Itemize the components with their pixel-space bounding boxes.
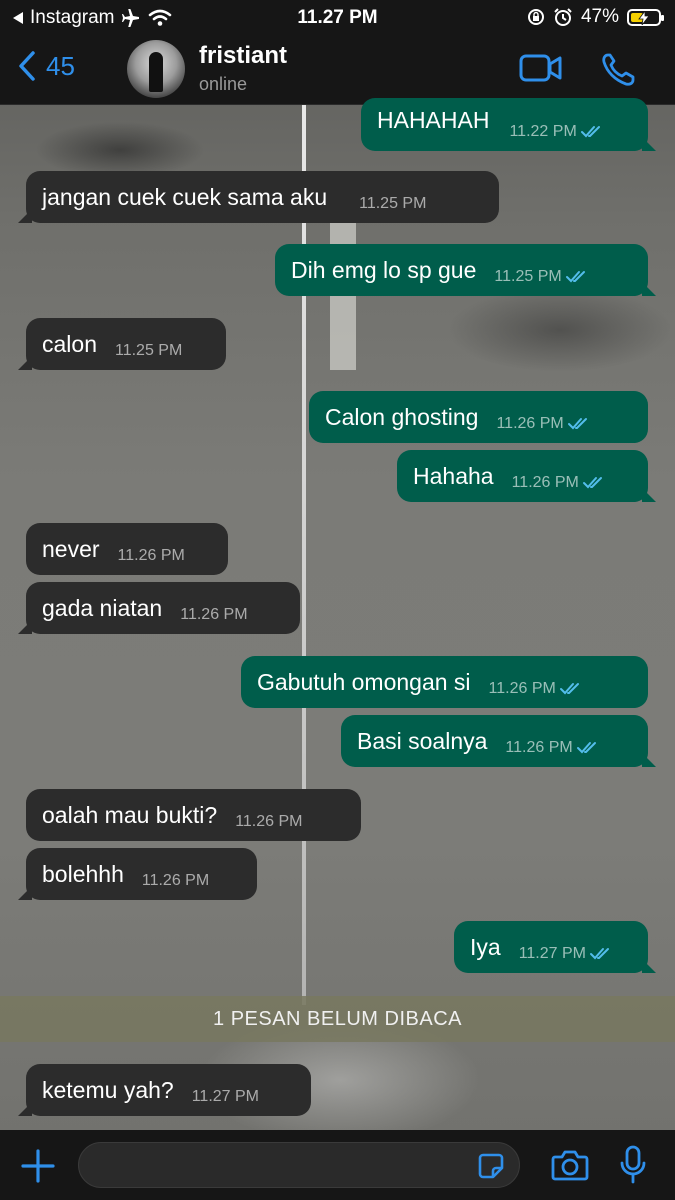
read-ticks-icon: [582, 477, 602, 489]
message-time: 11.27 PM: [191, 1088, 259, 1105]
back-button[interactable]: 45: [18, 50, 75, 82]
avatar[interactable]: [127, 40, 185, 98]
contact-name[interactable]: fristiant: [199, 42, 287, 70]
message-bubble-outgoing[interactable]: HAHAHAH 11.22 PM: [361, 98, 656, 151]
message-time: 11.26 PM: [511, 474, 579, 491]
voice-call-icon[interactable]: [600, 52, 638, 88]
message-text: Calon ghosting: [325, 403, 479, 430]
message-time: 11.25 PM: [359, 195, 427, 212]
message-bubble-incoming[interactable]: jangan cuek cuek sama aku 11.25 PM: [18, 171, 499, 223]
unread-messages-banner: 1 PESAN BELUM DIBACA: [0, 996, 675, 1042]
message-bubble-incoming[interactable]: oalah mau bukti? 11.26 PM: [26, 789, 361, 841]
alarm-icon: [554, 8, 572, 26]
plus-icon[interactable]: [20, 1148, 56, 1184]
message-time: 11.26 PM: [141, 872, 210, 889]
sticker-icon[interactable]: [477, 1152, 505, 1180]
message-text: bolehhh: [42, 860, 124, 887]
message-text: calon: [42, 330, 97, 357]
message-bubble-incoming[interactable]: ketemu yah? 11.27 PM: [18, 1064, 311, 1116]
message-text: Gabutuh omongan si: [257, 668, 471, 695]
message-input[interactable]: [78, 1142, 520, 1188]
battery-percent: 47%: [580, 6, 619, 27]
message-time: 11.27 PM: [518, 945, 586, 962]
read-ticks-icon: [565, 271, 585, 283]
message-text: Basi soalnya: [357, 727, 488, 754]
message-bubble-incoming[interactable]: calon 11.25 PM: [18, 318, 226, 370]
message-time: 11.25 PM: [114, 342, 183, 359]
chevron-left-icon: [19, 51, 35, 81]
message-text: Hahaha: [413, 462, 494, 489]
wallpaper-light-line: [302, 105, 306, 1005]
camera-icon[interactable]: [551, 1149, 589, 1181]
message-text: HAHAHAH: [377, 107, 490, 133]
message-time: 11.26 PM: [496, 415, 564, 432]
video-call-icon[interactable]: [519, 52, 563, 84]
message-input-bar: [0, 1130, 675, 1200]
chat-header: 45 fristiant online: [0, 34, 675, 105]
read-ticks-icon: [576, 742, 596, 754]
read-ticks-icon: [567, 418, 587, 430]
message-bubble-incoming[interactable]: gada niatan 11.26 PM: [18, 582, 300, 634]
message-time: 11.26 PM: [180, 606, 248, 623]
contact-status: online: [199, 74, 248, 94]
message-text: ketemu yah?: [42, 1076, 174, 1103]
message-bubble-outgoing[interactable]: Iya 11.27 PM: [454, 921, 656, 973]
message-time: 11.26 PM: [117, 547, 185, 564]
message-time: 11.25 PM: [494, 268, 562, 285]
message-time: 11.26 PM: [505, 739, 573, 756]
message-text: Iya: [470, 933, 501, 960]
message-bubble-outgoing[interactable]: Hahaha 11.26 PM: [397, 450, 656, 502]
message-text: gada niatan: [42, 594, 163, 621]
status-bar: Instagram 11.27 PM 47%: [0, 0, 675, 34]
read-ticks-icon: [589, 948, 609, 960]
message-time: 11.26 PM: [488, 680, 556, 697]
read-ticks-icon: [559, 683, 579, 695]
message-bubble-incoming[interactable]: never 11.26 PM: [26, 523, 228, 575]
message-bubble-outgoing[interactable]: Dih emg lo sp gue 11.25 PM: [275, 244, 656, 296]
message-bubble-outgoing[interactable]: Basi soalnya 11.26 PM: [341, 715, 656, 767]
message-time: 11.22 PM: [509, 122, 577, 140]
message-text: never: [42, 535, 100, 562]
message-text: jangan cuek cuek sama aku: [42, 183, 328, 210]
chat-screen: Instagram 11.27 PM 47% 45 fristiant onli…: [0, 0, 675, 1200]
message-text: oalah mau bukti?: [42, 801, 218, 828]
back-count: 45: [46, 50, 75, 81]
microphone-icon[interactable]: [619, 1145, 647, 1185]
message-bubble-outgoing[interactable]: Calon ghosting 11.26 PM: [309, 391, 648, 443]
message-bubble-incoming[interactable]: bolehhh 11.26 PM: [18, 848, 257, 900]
message-time: 11.26 PM: [235, 813, 303, 830]
read-ticks-icon: [580, 125, 600, 137]
charging-bolt-icon: [638, 10, 650, 25]
message-text: Dih emg lo sp gue: [291, 256, 477, 283]
battery-icon: [627, 8, 664, 26]
message-bubble-outgoing[interactable]: Gabutuh omongan si 11.26 PM: [241, 656, 648, 708]
rotation-lock-icon: [527, 9, 544, 25]
